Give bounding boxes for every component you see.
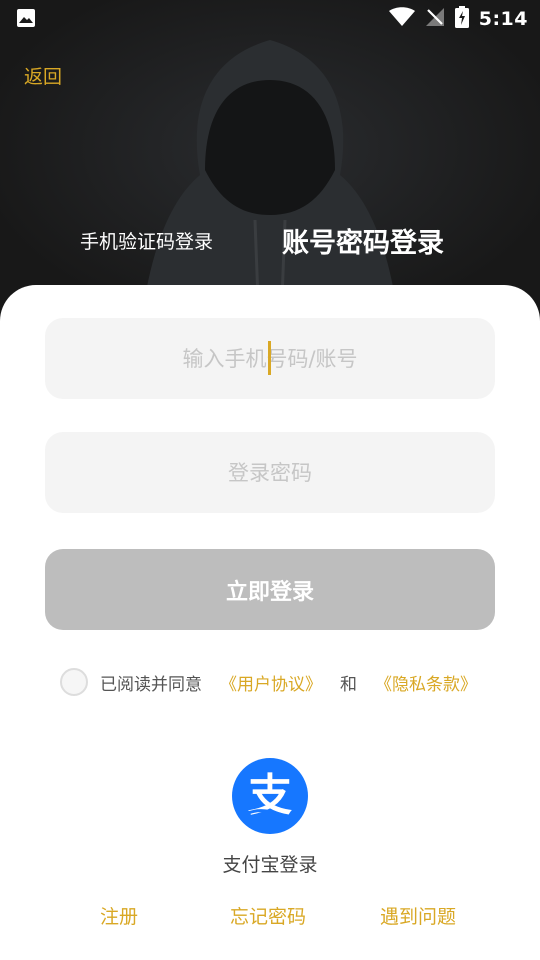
password-input[interactable]	[45, 432, 495, 513]
alipay-login-label[interactable]: 支付宝登录	[0, 850, 540, 877]
tab-password-login[interactable]: 账号密码登录	[282, 221, 444, 260]
alipay-icon[interactable]: 支	[232, 758, 308, 834]
agreement-prefix: 已阅读并同意	[100, 674, 202, 695]
text-caret	[268, 341, 271, 375]
agreement-row: 已阅读并同意 《用户协议》 和 《隐私条款》	[60, 667, 477, 697]
privacy-policy-link[interactable]: 《隐私条款》	[375, 670, 477, 695]
alipay-logo-glyph: 支	[248, 770, 292, 821]
agreement-and: 和	[340, 674, 357, 695]
agreement-checkbox[interactable]	[60, 668, 88, 696]
forgot-password-link[interactable]: 忘记密码	[230, 902, 306, 929]
image-notification-icon	[16, 8, 36, 32]
login-submit-button[interactable]: 立即登录	[45, 549, 495, 630]
battery-charging-icon	[454, 6, 469, 32]
back-button[interactable]: 返回	[24, 62, 62, 89]
status-bar: 5:14	[0, 0, 540, 36]
tab-sms-login[interactable]: 手机验证码登录	[80, 227, 213, 254]
hooded-figure-illustration	[0, 0, 540, 330]
no-signal-icon	[425, 7, 445, 31]
hero-banner	[0, 0, 540, 330]
login-submit-label: 立即登录	[225, 579, 314, 605]
register-link[interactable]: 注册	[100, 902, 138, 929]
user-agreement-link[interactable]: 《用户协议》	[220, 670, 322, 695]
login-sheet: 立即登录 已阅读并同意 《用户协议》 和 《隐私条款》 支 支付宝登录 注册 忘…	[0, 285, 540, 960]
wifi-icon	[388, 7, 415, 31]
status-time: 5:14	[478, 8, 528, 30]
problem-link[interactable]: 遇到问题	[380, 902, 456, 929]
